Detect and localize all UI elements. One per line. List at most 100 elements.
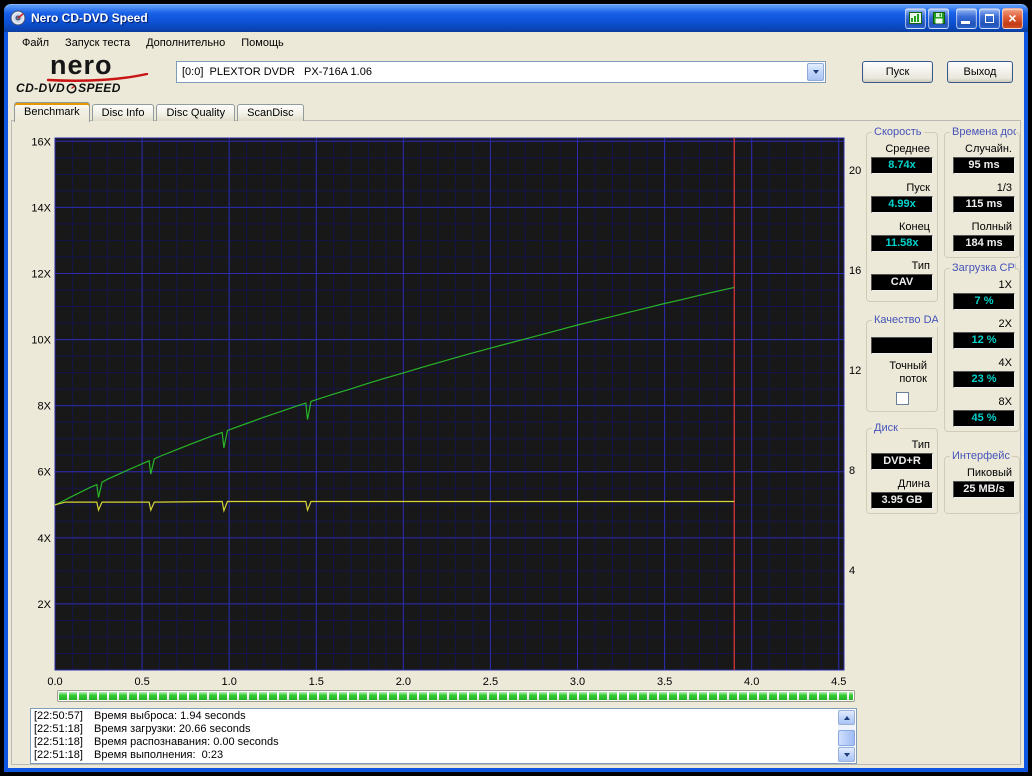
svg-text:14X: 14X bbox=[31, 202, 51, 214]
menu-item-run-test[interactable]: Запуск теста bbox=[57, 34, 138, 52]
panel-access-times-title: Времена доступа bbox=[950, 126, 1016, 139]
svg-text:16: 16 bbox=[849, 265, 861, 277]
log-timestamp: [22:51:18] bbox=[34, 723, 83, 735]
save-button[interactable] bbox=[928, 7, 949, 29]
maximize-button[interactable] bbox=[979, 7, 1000, 29]
menu-item-file[interactable]: Файл bbox=[14, 34, 57, 52]
speed-average-label: Среднее bbox=[885, 143, 930, 155]
cpu-4x-value: 23 % bbox=[953, 371, 1015, 388]
panel-interface-title: Интерфейс bbox=[950, 450, 1012, 463]
cpu-4x-label: 4X bbox=[998, 357, 1012, 369]
log-line: [22:51:18] Время распознавания: 0.00 seco… bbox=[34, 736, 837, 749]
menu-item-help[interactable]: Помощь bbox=[233, 34, 292, 52]
access-random-label: Случайн. bbox=[965, 143, 1012, 155]
log-line: [22:50:57] Время выброса: 1.94 seconds bbox=[34, 710, 837, 723]
svg-text:4.5: 4.5 bbox=[831, 676, 846, 688]
log-line: [22:51:18] Время загрузки: 20.66 seconds bbox=[34, 723, 837, 736]
panel-interface: Интерфейс Пиковый 25 MB/s bbox=[944, 450, 1020, 514]
log-timestamp: [22:50:57] bbox=[34, 710, 83, 722]
svg-text:3.5: 3.5 bbox=[657, 676, 672, 688]
minimize-button[interactable] bbox=[956, 7, 977, 29]
disc-type-value: DVD+R bbox=[871, 453, 933, 470]
app-icon bbox=[10, 10, 26, 26]
tab-disc-info[interactable]: Disc Info bbox=[91, 104, 155, 121]
cpu-1x-label: 1X bbox=[998, 279, 1012, 291]
tab-disc-quality[interactable]: Disc Quality bbox=[156, 104, 236, 121]
panel-disc: Диск Тип DVD+R Длина 3.95 GB bbox=[866, 422, 938, 514]
log-text: Время выброса: 1.94 seconds bbox=[94, 710, 246, 722]
svg-text:16X: 16X bbox=[31, 136, 51, 148]
tab-scandisc[interactable]: ScanDisc bbox=[237, 104, 304, 121]
window-body: Файл Запуск теста Дополнительно Помощь n… bbox=[4, 32, 1028, 772]
titlebar: Nero CD-DVD Speed × bbox=[4, 4, 1028, 32]
speed-start-value: 4.99x bbox=[871, 196, 933, 213]
triangle-down-icon bbox=[843, 752, 850, 757]
speed-average-value: 8.74x bbox=[871, 157, 933, 174]
svg-text:1.0: 1.0 bbox=[222, 676, 237, 688]
access-third-label: 1/3 bbox=[996, 182, 1012, 194]
svg-text:8X: 8X bbox=[38, 401, 52, 413]
nero-logo: nero CD-DVD SPEED bbox=[16, 52, 150, 95]
window-title: Nero CD-DVD Speed bbox=[31, 11, 148, 25]
close-icon: × bbox=[1008, 10, 1017, 26]
drive-selector[interactable]: [0:0] PLEXTOR DVDR PX-716A 1.06 bbox=[176, 61, 826, 83]
accurate-stream-label: Точный поток bbox=[889, 360, 927, 385]
disc-length-value: 3.95 GB bbox=[871, 492, 933, 509]
menubar: Файл Запуск теста Дополнительно Помощь bbox=[8, 32, 1024, 53]
svg-text:12: 12 bbox=[849, 365, 861, 377]
panel-cpu-usage-title: Загрузка CPU bbox=[950, 262, 1016, 275]
log-text: Время выполнения: 0:23 bbox=[94, 749, 224, 761]
interface-burst-value: 25 MB/s bbox=[953, 481, 1015, 498]
svg-text:10X: 10X bbox=[31, 335, 51, 347]
log-text: Время распознавания: 0.00 seconds bbox=[94, 736, 279, 748]
minimize-icon bbox=[961, 20, 970, 24]
close-button[interactable]: × bbox=[1002, 7, 1023, 29]
log-panel: [22:50:57] Время выброса: 1.94 seconds [2… bbox=[30, 708, 857, 764]
log-scrollbar[interactable] bbox=[838, 710, 855, 762]
disc-type-label: Тип bbox=[911, 439, 930, 451]
nero-product-right: SPEED bbox=[78, 81, 121, 95]
header: nero CD-DVD SPEED [0:0] PLEXTOR DVDR PX-… bbox=[8, 52, 1024, 102]
panel-dae-quality: Качество DAE Точный поток bbox=[866, 314, 938, 412]
menu-item-extra[interactable]: Дополнительно bbox=[138, 34, 233, 52]
access-full-label: Полный bbox=[971, 221, 1012, 233]
tab-benchmark[interactable]: Benchmark bbox=[14, 102, 90, 122]
dae-quality-display bbox=[871, 337, 933, 354]
scrollbar-up-button[interactable] bbox=[838, 710, 855, 725]
triangle-up-icon bbox=[843, 715, 850, 720]
log-lines: [22:50:57] Время выброса: 1.94 seconds [2… bbox=[34, 710, 837, 762]
progress-fill bbox=[59, 692, 853, 700]
accurate-stream-checkbox[interactable] bbox=[895, 392, 909, 405]
cpu-8x-value: 45 % bbox=[953, 410, 1015, 427]
log-timestamp: [22:51:18] bbox=[34, 749, 83, 761]
svg-text:4X: 4X bbox=[38, 533, 52, 545]
chart-capture-icon bbox=[909, 12, 922, 24]
benchmark-progress bbox=[57, 690, 855, 702]
chevron-down-icon bbox=[812, 70, 819, 74]
disc-length-label: Длина bbox=[897, 478, 930, 490]
scrollbar-down-button[interactable] bbox=[838, 747, 855, 762]
drive-selector-value: [0:0] PLEXTOR DVDR PX-716A 1.06 bbox=[182, 66, 372, 78]
svg-text:6X: 6X bbox=[38, 467, 52, 479]
start-button[interactable]: Пуск bbox=[862, 61, 933, 83]
nero-product-left: CD-DVD bbox=[16, 81, 66, 95]
svg-text:12X: 12X bbox=[31, 268, 51, 280]
benchmark-chart: 0.0 0.5 1.0 1.5 2.0 2.5 3.0 3.5 4.0 4.5 2X 4X 6X 8X 10… bbox=[31, 136, 861, 688]
log-timestamp: [22:51:18] bbox=[34, 736, 83, 748]
cpu-2x-value: 12 % bbox=[953, 332, 1015, 349]
svg-text:2X: 2X bbox=[38, 599, 52, 611]
speed-type-value: CAV bbox=[871, 274, 933, 291]
svg-text:0.5: 0.5 bbox=[134, 676, 149, 688]
exit-button[interactable]: Выход bbox=[947, 61, 1013, 83]
nero-product: CD-DVD SPEED bbox=[16, 81, 150, 95]
drive-dropdown-button[interactable] bbox=[807, 63, 824, 81]
maximize-icon bbox=[985, 13, 994, 23]
capture-button[interactable] bbox=[905, 7, 926, 29]
panel-dae-quality-title: Качество DAE bbox=[872, 314, 938, 327]
panel-cpu-usage: Загрузка CPU 1X 7 % 2X 12 % 4X 23 % 8X 4… bbox=[944, 262, 1020, 432]
panel-access-times: Времена доступа Случайн. 95 ms 1/3 115 m… bbox=[944, 126, 1020, 258]
scrollbar-thumb[interactable] bbox=[838, 730, 855, 746]
svg-text:8: 8 bbox=[849, 465, 855, 477]
panel-disc-title: Диск bbox=[872, 422, 900, 435]
interface-burst-label: Пиковый bbox=[967, 467, 1012, 479]
